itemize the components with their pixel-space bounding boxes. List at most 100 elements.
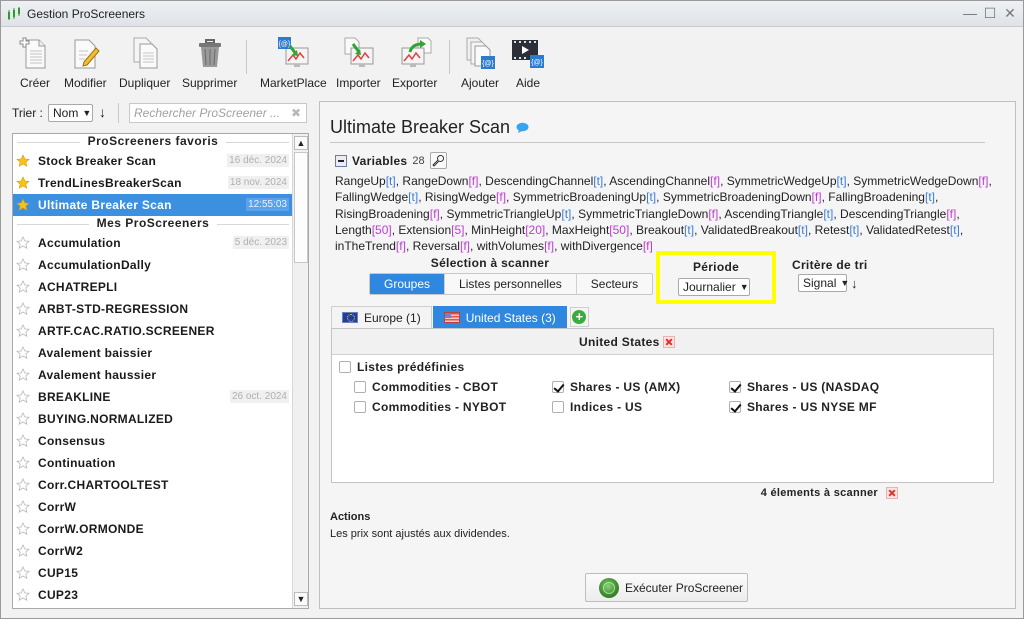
list-scrollbar[interactable]: ▲ ▼	[292, 134, 308, 608]
list-item[interactable]: BUYING.NORMALIZED	[13, 408, 293, 430]
export-icon	[401, 37, 432, 67]
star-outline-icon[interactable]	[16, 368, 30, 382]
close-icon[interactable]: ✕	[1003, 5, 1017, 21]
marketplace-button[interactable]: {@} MarketPlace	[260, 36, 327, 90]
star-outline-icon[interactable]	[16, 412, 30, 426]
scroll-thumb[interactable]	[294, 152, 308, 263]
star-outline-icon[interactable]	[16, 588, 30, 602]
export-button[interactable]: Exporter	[392, 36, 437, 90]
sort-direction-icon[interactable]: ↓	[99, 104, 106, 120]
list-checkbox-row[interactable]: Shares - US (NASDAQ	[729, 380, 879, 394]
star-outline-icon[interactable]	[16, 346, 30, 360]
search-input[interactable]: Rechercher ProScreener ... ✖	[129, 103, 307, 123]
minimize-icon[interactable]: —	[963, 5, 977, 21]
list-item[interactable]: ARTF.CAC.RATIO.SCREENER	[13, 320, 293, 342]
variable-item: Retest[t]	[814, 222, 860, 237]
star-outline-icon[interactable]	[16, 324, 30, 338]
variable-name: DescendingChannel	[485, 174, 594, 188]
import-button[interactable]: Importer	[336, 36, 381, 90]
list-item[interactable]: Avalement haussier	[13, 364, 293, 386]
list-item[interactable]: ACHATREPLI	[13, 276, 293, 298]
list-checkbox-label: Commodities - NYBOT	[372, 400, 507, 414]
checkbox-checked[interactable]	[552, 381, 564, 393]
tab-united-states[interactable]: United States (3)	[432, 306, 567, 328]
list-checkbox-row[interactable]: Shares - US (AMX)	[552, 380, 680, 394]
create-button[interactable]: Créer	[18, 36, 52, 90]
star-filled-icon[interactable]	[16, 198, 30, 212]
checkbox-checked[interactable]	[729, 401, 741, 413]
page-title: Ultimate Breaker Scan	[330, 117, 529, 138]
tab-listes-personnelles[interactable]: Listes personnelles	[445, 274, 577, 294]
predefined-lists-checkbox[interactable]: Listes prédéfinies	[339, 360, 464, 374]
run-proscreener-button[interactable]: Exécuter ProScreener	[585, 573, 748, 602]
sort-criterion-select[interactable]: Signal ▼	[798, 274, 849, 292]
checkbox[interactable]	[552, 401, 564, 413]
maximize-icon[interactable]: ☐	[983, 5, 997, 21]
list-item[interactable]: Accumulation 5 déc. 2023	[13, 232, 293, 254]
checkbox[interactable]	[354, 401, 366, 413]
list-item[interactable]: CUP23	[13, 584, 293, 606]
periode-select[interactable]: Journalier ▼	[678, 278, 750, 296]
remove-country-icon[interactable]	[663, 336, 675, 348]
tab-europe[interactable]: Europe (1)	[331, 306, 432, 328]
list-item[interactable]: Consensus	[13, 430, 293, 452]
star-outline-icon[interactable]	[16, 456, 30, 470]
comment-bubble-icon[interactable]	[516, 122, 529, 133]
checkbox[interactable]	[354, 381, 366, 393]
list-item[interactable]: CUP15	[13, 562, 293, 584]
list-item[interactable]: CorrW2	[13, 540, 293, 562]
help-button[interactable]: {@} Aide	[511, 36, 545, 90]
list-item[interactable]: BREAKLINE 26 oct. 2024	[13, 386, 293, 408]
delete-button[interactable]: Supprimer	[182, 36, 237, 90]
list-item[interactable]: TrendLinesBreakerScan 18 nov. 2024	[13, 172, 293, 194]
list-item[interactable]: CorrW	[13, 496, 293, 518]
variable-name: Length	[335, 222, 372, 237]
list-checkbox-row[interactable]: Commodities - NYBOT	[354, 400, 506, 414]
list-checkbox-row[interactable]: Indices - US	[552, 400, 642, 414]
checkbox[interactable]	[339, 361, 351, 373]
star-outline-icon[interactable]	[16, 544, 30, 558]
list-item[interactable]: AccumulationDally	[13, 254, 293, 276]
list-item[interactable]: ARBT-STD-REGRESSION	[13, 298, 293, 320]
checkbox-checked[interactable]	[729, 381, 741, 393]
clear-selection-icon[interactable]	[886, 487, 898, 499]
tab-secteurs[interactable]: Secteurs	[576, 274, 653, 294]
scroll-up-icon[interactable]: ▲	[294, 136, 308, 150]
list-item[interactable]: CorrW.ORMONDE	[13, 518, 293, 540]
star-outline-icon[interactable]	[16, 566, 30, 580]
add-library-icon: {@}	[466, 37, 496, 69]
sort-criterion-direction-icon[interactable]: ↓	[851, 276, 858, 291]
list-checkbox-row[interactable]: Commodities - CBOT	[354, 380, 498, 394]
star-outline-icon[interactable]	[16, 258, 30, 272]
star-outline-icon[interactable]	[16, 236, 30, 250]
wrench-icon[interactable]	[429, 152, 447, 169]
list-item[interactable]: Avalement baissier	[13, 342, 293, 364]
edit-button[interactable]: Modifier	[64, 36, 107, 90]
add-library-button[interactable]: {@} Ajouter	[461, 36, 499, 90]
star-outline-icon[interactable]	[16, 390, 30, 404]
collapse-icon[interactable]	[335, 154, 347, 167]
star-outline-icon[interactable]	[16, 500, 30, 514]
list-item[interactable]: Corr.CHARTOOLTEST	[13, 474, 293, 496]
star-outline-icon[interactable]	[16, 280, 30, 294]
tab-groupes[interactable]: Groupes	[370, 274, 446, 294]
list-item[interactable]: Continuation	[13, 452, 293, 474]
list-item[interactable]: Stock Breaker Scan 16 déc. 2024	[13, 150, 293, 172]
sort-select[interactable]: Nom ▼	[48, 104, 93, 122]
add-library-label: Ajouter	[461, 76, 500, 90]
duplicate-button[interactable]: Dupliquer	[119, 36, 170, 90]
star-filled-icon[interactable]	[16, 176, 30, 190]
trash-icon	[198, 39, 221, 67]
star-filled-icon[interactable]	[16, 154, 30, 168]
scroll-down-icon[interactable]: ▼	[294, 592, 308, 606]
list-item[interactable]: Ultimate Breaker Scan 12:55:03	[13, 194, 293, 216]
star-outline-icon[interactable]	[16, 434, 30, 448]
list-checkbox-row[interactable]: Shares - US NYSE MF	[729, 400, 877, 414]
star-outline-icon[interactable]	[16, 522, 30, 536]
star-outline-icon[interactable]	[16, 478, 30, 492]
add-region-button[interactable]: +	[569, 307, 589, 327]
list-item-name: Consensus	[38, 434, 106, 448]
clear-search-icon[interactable]: ✖	[291, 106, 301, 120]
star-outline-icon[interactable]	[16, 302, 30, 316]
tab-europe-label: Europe (1)	[364, 310, 421, 325]
